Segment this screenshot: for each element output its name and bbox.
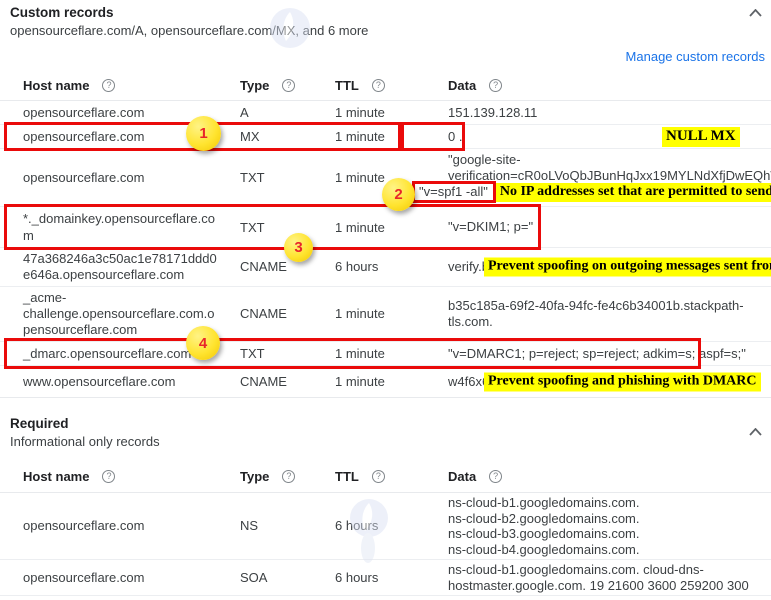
help-icon[interactable]: ? (282, 79, 295, 92)
help-icon[interactable]: ? (372, 79, 385, 92)
row-www-cname-record: www.opensourceflare.com CNAME 1 minute w… (0, 366, 771, 398)
help-icon[interactable]: ? (489, 470, 502, 483)
row-verify-cname-record: 47a368246a3c50ac1e78171ddd0e646a.opensou… (0, 248, 771, 287)
collapse-custom-records-button[interactable] (747, 6, 763, 20)
label-null-mx: NULL MX (662, 127, 740, 147)
section-subtitle: opensourceflare.com/A, opensourceflare.c… (10, 22, 761, 39)
section-title: Required (10, 415, 761, 433)
column-header-data: Data ? (445, 77, 771, 94)
row-domainconnect-record: _domainconnect.opensourceflare.com CNAME… (0, 596, 771, 600)
section-required-records: Required Informational only records Host… (0, 411, 771, 600)
manage-link-row: Manage custom records (0, 49, 771, 66)
spf-annotation-line: "v=spf1 -all" No IP addresses set that a… (412, 181, 771, 203)
column-header-hostname: Host name ? (0, 77, 237, 94)
help-icon[interactable]: ? (489, 79, 502, 92)
row-dkim-record: *._domainkey.opensourceflare.com TXT 1 m… (0, 207, 771, 248)
section-custom-records: Custom records opensourceflare.com/A, op… (0, 0, 771, 398)
custom-table-header: Host name ? Type ? TTL ? Data ? (0, 70, 771, 101)
manage-custom-records-link[interactable]: Manage custom records (626, 49, 765, 64)
row-ns-record: opensourceflare.com NS 6 hours ns-cloud-… (0, 493, 771, 560)
column-header-data: Data ? (445, 468, 771, 485)
chevron-up-icon (749, 428, 762, 436)
required-table-header: Host name ? Type ? TTL ? Data ? (0, 460, 771, 493)
column-header-type: Type ? (237, 468, 332, 485)
row-txt-spf-record: opensourceflare.com TXT 1 minute "google… (0, 149, 771, 207)
annotation-marker-3: 3 (284, 233, 313, 262)
row-acme-challenge-record: _acme-challenge.opensourceflare.com.open… (0, 287, 771, 342)
help-icon[interactable]: ? (102, 470, 115, 483)
section-title: Custom records (10, 4, 761, 22)
column-header-type: Type ? (237, 77, 332, 94)
annotation-box-spf: "v=spf1 -all" (412, 181, 496, 203)
label-prevent-spoofing-dmarc: Prevent spoofing and phishing with DMARC (484, 372, 761, 391)
column-header-hostname: Host name ? (0, 468, 237, 485)
custom-records-header: Custom records opensourceflare.com/A, op… (0, 0, 771, 39)
collapse-required-records-button[interactable] (747, 425, 763, 439)
row-mx-record: opensourceflare.com MX 1 minute 0 . 1 NU… (0, 125, 771, 149)
row-soa-record: opensourceflare.com SOA 6 hours ns-cloud… (0, 560, 771, 596)
chevron-up-icon (749, 9, 762, 17)
dns-records-page: Custom records opensourceflare.com/A, op… (0, 0, 771, 600)
help-icon[interactable]: ? (372, 470, 385, 483)
section-subtitle: Informational only records (10, 433, 761, 450)
help-icon[interactable]: ? (282, 470, 295, 483)
label-prevent-spoofing-outgoing: Prevent spoofing on outgoing messages se… (484, 258, 771, 277)
row-a-record: opensourceflare.com A 1 minute 151.139.1… (0, 101, 771, 125)
row-dmarc-record: _dmarc.opensourceflare.com TXT 1 minute … (0, 342, 771, 366)
help-icon[interactable]: ? (102, 79, 115, 92)
annotation-marker-1: 1 (186, 116, 221, 151)
required-records-header: Required Informational only records (0, 411, 771, 450)
column-header-ttl: TTL ? (332, 77, 445, 94)
annotation-marker-4: 4 (186, 326, 220, 360)
annotation-marker-2: 2 (382, 178, 415, 211)
label-no-ip-spf: No IP addresses set that are permitted t… (496, 183, 771, 202)
column-header-ttl: TTL ? (332, 468, 445, 485)
